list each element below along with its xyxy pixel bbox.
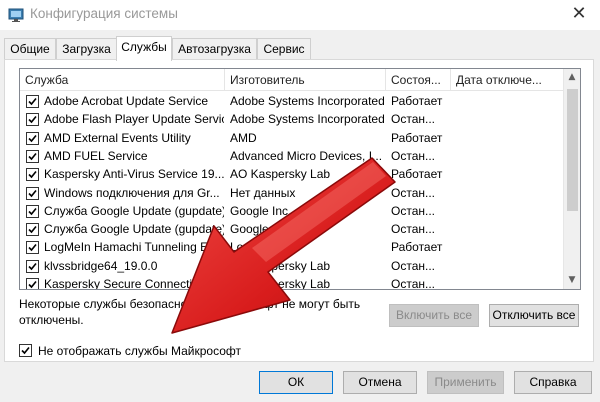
scroll-down-icon[interactable]: ▼ [564,272,580,289]
table-row[interactable]: AMD External Events Utility AMD Работает [20,129,565,147]
table-header: Служба Изготовитель Состоя... Дата отклю… [20,69,565,91]
manufacturer-cell: Adobe Systems Incorporated [230,94,384,108]
services-tab-panel: Служба Изготовитель Состоя... Дата отклю… [4,59,594,362]
service-checkbox[interactable] [26,149,39,163]
table-row[interactable]: LogMeIn Hamachi Tunneling Engine LogMeIn … [20,238,565,256]
service-checkbox[interactable] [26,223,39,237]
enable-all-button[interactable]: Включить все [389,304,479,327]
manufacturer-cell: AO Kaspersky Lab [230,258,331,273]
vertical-scrollbar[interactable]: ▲ ▼ [563,69,580,289]
service-checkbox[interactable] [26,131,39,145]
system-config-icon [8,8,24,22]
status-cell: Остан... [391,222,435,237]
scroll-up-icon[interactable]: ▲ [564,69,580,86]
manufacturer-cell: AMD [230,130,257,145]
service-name-cell: Служба Google Update (gupdate) [44,203,224,218]
service-name-cell: Adobe Flash Player Update Service [44,112,224,127]
hide-microsoft-services-checkbox[interactable] [19,344,32,357]
status-cell: Остан... [391,148,435,163]
service-checkbox[interactable] [26,278,39,289]
status-cell: Работает [391,240,443,255]
table-row[interactable]: Служба Google Update (gupdate) Google Inc… [20,202,565,220]
window-title: Конфигурация системы [30,6,178,21]
service-checkbox[interactable] [26,186,39,200]
service-name-cell: AMD External Events Utility [44,130,191,145]
service-checkbox[interactable] [26,168,39,182]
manufacturer-cell: Advanced Micro Devices, I... [230,148,383,163]
manufacturer-cell: Adobe Systems Incorporated [230,112,384,127]
service-checkbox[interactable] [26,204,39,218]
column-header-status[interactable]: Состоя... [386,69,451,91]
title-bar: Конфигурация системы ✕ [0,0,600,30]
help-button[interactable]: Справка [514,371,592,394]
close-icon[interactable]: ✕ [568,3,590,25]
manufacturer-cell: Google Inc. [230,203,292,218]
table-row[interactable]: Windows подключения для Gr... Нет данных О… [20,184,565,202]
table-row[interactable]: AMD FUEL Service Advanced Micro Devices, … [20,147,565,165]
status-cell: Остан... [391,112,435,127]
service-checkbox[interactable] [26,113,39,127]
services-table: Служба Изготовитель Состоя... Дата отклю… [19,68,581,290]
status-cell: Остан... [391,203,435,218]
ok-button[interactable]: ОК [259,371,333,394]
table-row[interactable]: Kaspersky Anti-Virus Service 19.... AO Ka… [20,165,565,183]
service-name-cell: klvssbridge64_19.0.0 [44,258,158,273]
status-cell: Работает [391,167,443,182]
table-row[interactable]: Kaspersky Secure Connection... AO Kaspers… [20,275,565,290]
tab-startup[interactable]: Автозагрузка [172,38,257,60]
table-row[interactable]: Служба Google Update (gupdate) Google Inc… [20,220,565,238]
service-name-cell: Служба Google Update (gupdate) [44,222,224,237]
service-name-cell: AMD FUEL Service [44,148,148,163]
column-header-service[interactable]: Служба [20,69,225,91]
scroll-thumb[interactable] [567,89,578,211]
manufacturer-cell: Нет данных [230,185,296,200]
status-cell: Остан... [391,185,435,200]
tab-boot[interactable]: Загрузка [56,38,117,60]
service-name-cell: LogMeIn Hamachi Tunneling Engine [44,240,224,255]
status-cell: Остан... [391,258,435,273]
notice-text: Некоторые службы безопасности Майкрософт… [19,297,361,327]
table-row[interactable]: klvssbridge64_19.0.0 AO Kaspersky Lab Оста… [20,257,565,275]
service-checkbox[interactable] [26,241,39,255]
status-cell: Работает [391,94,443,108]
status-cell: Работает [391,130,443,145]
cancel-button[interactable]: Отмена [343,371,417,394]
manufacturer-cell: AO Kaspersky Lab [230,167,331,182]
service-name-cell: Windows подключения для Gr... [44,185,220,200]
tab-general[interactable]: Общие [4,38,56,60]
table-row[interactable]: Adobe Acrobat Update Service Adobe System… [20,92,565,110]
manufacturer-cell: AO Kaspersky Lab [230,277,331,290]
service-name-cell: Kaspersky Secure Connection... [44,277,216,290]
tab-services[interactable]: Службы [116,36,172,61]
apply-button[interactable]: Применить [427,371,504,394]
manufacturer-cell: Google Inc. [230,222,292,237]
service-name-cell: Kaspersky Anti-Virus Service 19.... [44,167,224,182]
disable-all-button[interactable]: Отключить все [489,304,579,327]
service-checkbox[interactable] [26,259,39,273]
hide-microsoft-services-label: Не отображать службы Майкрософт [38,344,242,358]
status-cell: Остан... [391,277,435,290]
column-header-date-disabled[interactable]: Дата отключе... [451,69,565,91]
service-name-cell: Adobe Acrobat Update Service [44,94,209,108]
table-row[interactable]: Adobe Flash Player Update Service Adobe S… [20,110,565,128]
column-header-manufacturer[interactable]: Изготовитель [225,69,386,91]
tab-tools[interactable]: Сервис [257,38,311,60]
service-checkbox[interactable] [26,95,39,108]
manufacturer-cell: LogMeIn Inc. [230,240,300,255]
